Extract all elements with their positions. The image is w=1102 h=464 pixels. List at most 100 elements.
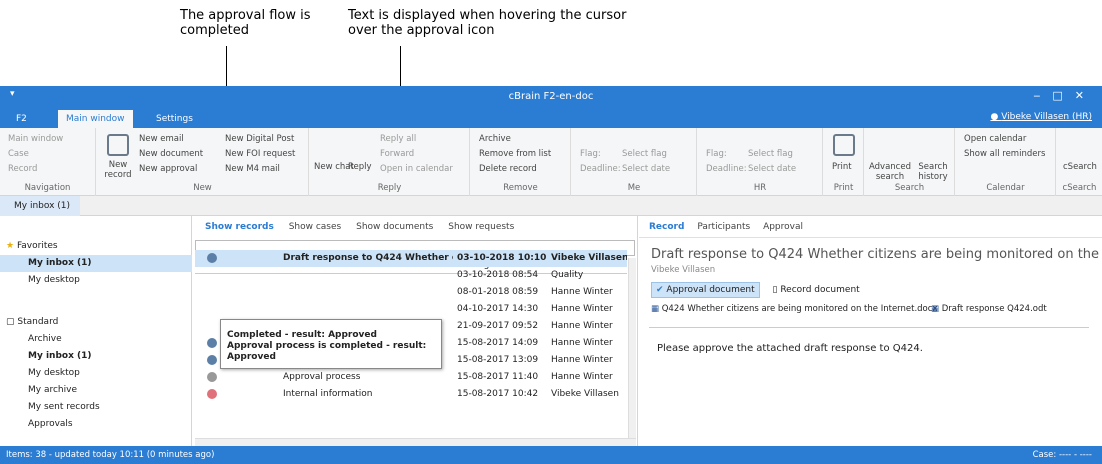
group-remove: Archive Remove from list Delete record R…	[471, 128, 571, 196]
user-link[interactable]: ● Vibeke Villasen (HR)	[990, 112, 1092, 122]
group-hr: Flag: Select flag Deadline: Select date …	[698, 128, 823, 196]
window-controls[interactable]: ‒□✕	[1033, 89, 1096, 102]
open-calendar-button[interactable]: Open calendar	[964, 134, 1026, 144]
group-label: Remove	[503, 183, 538, 193]
approval-status-icon[interactable]	[207, 355, 217, 365]
sidebar-item-my-archive[interactable]: My archive	[0, 382, 192, 399]
search-history-button[interactable]: Search history	[913, 162, 953, 182]
tab-settings[interactable]: Settings	[148, 110, 201, 128]
ribbon: Main window Case Record Navigation New r…	[0, 128, 1102, 196]
group-calendar: Open calendar Show all reminders Calenda…	[956, 128, 1056, 196]
row-date: 04-10-2017 14:30	[457, 304, 539, 314]
standard-header[interactable]: ▢ Standard	[0, 314, 58, 331]
tab-show-cases[interactable]: Show cases	[289, 222, 342, 232]
me-flag-select[interactable]: Select flag	[622, 149, 667, 159]
record-document-button[interactable]: ▯ Record document	[768, 283, 863, 297]
table-row[interactable]: 04-10-2017 14:30 Hanne Winter	[195, 301, 627, 318]
table-row[interactable]: 03-10-2018 08:54 Quality	[195, 267, 627, 284]
group-label: Search	[894, 183, 925, 193]
check-icon: ✔	[656, 285, 667, 295]
record-author: Vibeke Villasen	[651, 265, 716, 275]
group-label: Reply	[377, 183, 402, 193]
group-label: cSearch	[1062, 183, 1097, 193]
new-record-button[interactable]: New record	[103, 160, 133, 180]
group-label: Calendar	[986, 183, 1025, 193]
row-date: 08-01-2018 08:59	[457, 287, 539, 297]
approval-status-icon[interactable]	[207, 372, 217, 382]
tab-show-requests[interactable]: Show requests	[448, 222, 514, 232]
sidebar-item-my-sent-records[interactable]: My sent records	[0, 399, 192, 416]
archive-button[interactable]: Archive	[479, 134, 511, 144]
sidebar-item-approvals[interactable]: Approvals	[0, 416, 192, 433]
approval-status-icon[interactable]	[207, 253, 217, 263]
approval-status-icon[interactable]	[207, 338, 217, 348]
tab-show-records[interactable]: Show records	[205, 222, 274, 232]
row-date: 21-09-2017 09:52	[457, 321, 539, 331]
tab-main-window[interactable]: Main window	[58, 110, 133, 128]
callout-hover-text: Text is displayed when hovering the curs…	[348, 8, 627, 38]
tab-my-inbox[interactable]: My inbox (1)	[0, 196, 80, 216]
me-deadline-select[interactable]: Select date	[622, 164, 670, 174]
group-label: HR	[753, 183, 767, 193]
row-from: Vibeke Villasen	[551, 253, 627, 263]
table-row[interactable]: Internal information 15-08-2017 10:42 Vibe…	[195, 386, 627, 403]
open-in-calendar-button[interactable]: Open in calendar	[380, 164, 453, 174]
vertical-scrollbar[interactable]	[628, 258, 636, 438]
table-row[interactable]: Draft response to Q424 Whether citize...…	[195, 250, 627, 267]
sidebar: ★ Favorites My inbox (1) My desktop ▢ St…	[0, 216, 192, 446]
nav-record[interactable]: Record	[8, 164, 37, 174]
row-title: Internal information	[283, 389, 373, 399]
sidebar-item-my-inbox[interactable]: My inbox (1)	[0, 348, 192, 365]
word-icon: ▦	[651, 304, 662, 314]
hr-flag-select[interactable]: Select flag	[748, 149, 793, 159]
app-window: ▾ cBrain F2-en-doc ‒□✕ F2 Main window Se…	[0, 86, 1102, 464]
row-date: 15-08-2017 10:42	[457, 389, 539, 399]
advanced-search-button[interactable]: Advanced search	[869, 162, 911, 182]
nav-main-window[interactable]: Main window	[8, 134, 63, 144]
hr-deadline-select[interactable]: Select date	[748, 164, 796, 174]
sidebar-item-archive[interactable]: Archive	[0, 331, 192, 348]
new-email-button[interactable]: New email	[139, 134, 184, 144]
approval-document-button[interactable]: ✔ Approval document	[651, 282, 760, 298]
sidebar-item-my-inbox-favorite[interactable]: My inbox (1)	[0, 255, 192, 272]
row-date: 15-08-2017 13:09	[457, 355, 539, 365]
favorites-header[interactable]: ★ Favorites	[0, 238, 58, 255]
group-print: Print Print	[824, 128, 864, 196]
group-new: New record New email New document New ap…	[97, 128, 309, 196]
nav-case[interactable]: Case	[8, 149, 29, 159]
tab-f2[interactable]: F2	[8, 110, 35, 128]
forward-button[interactable]: Forward	[380, 149, 414, 159]
attachment-odt[interactable]: ▦ Draft response Q424.odt	[931, 304, 1047, 314]
tab-show-documents[interactable]: Show documents	[356, 222, 433, 232]
tab-record[interactable]: Record	[649, 222, 684, 232]
printer-icon	[833, 134, 855, 156]
remove-from-list-button[interactable]: Remove from list	[479, 149, 551, 159]
table-row[interactable]: 08-01-2018 08:59 Hanne Winter	[195, 284, 627, 301]
tab-approval[interactable]: Approval	[763, 222, 803, 232]
star-icon: ★	[6, 241, 17, 251]
reply-button[interactable]: Reply	[348, 162, 372, 172]
table-row[interactable]: Approval process 15-08-2017 11:40 Hanne Wi…	[195, 369, 627, 386]
new-foi-request-button[interactable]: New FOI request	[225, 149, 295, 159]
ribbon-tab-row: F2 Main window Settings ● Vibeke Villase…	[0, 108, 1102, 128]
row-from: Quality	[551, 270, 584, 280]
new-m4-mail-button[interactable]: New M4 mail	[225, 164, 280, 174]
new-digital-post-button[interactable]: New Digital Post	[225, 134, 294, 144]
reply-all-button[interactable]: Reply all	[380, 134, 416, 144]
new-approval-button[interactable]: New approval	[139, 164, 197, 174]
sidebar-item-my-desktop-favorite[interactable]: My desktop	[0, 272, 192, 289]
row-from: Hanne Winter	[551, 338, 613, 348]
group-csearch: cSearch cSearch	[1057, 128, 1102, 196]
horizontal-scrollbar[interactable]	[195, 438, 636, 446]
print-button[interactable]: Print	[832, 162, 852, 172]
approval-status-icon[interactable]	[207, 389, 217, 399]
csearch-button[interactable]: cSearch	[1063, 162, 1097, 172]
show-all-reminders-button[interactable]: Show all reminders	[964, 149, 1045, 159]
hr-flag-label: Flag:	[706, 149, 727, 159]
attachment-docx[interactable]: ▦ Q424 Whether citizens are being monito…	[651, 304, 937, 314]
user-icon: ●	[990, 112, 1002, 122]
delete-record-button[interactable]: Delete record	[479, 164, 537, 174]
sidebar-item-my-desktop[interactable]: My desktop	[0, 365, 192, 382]
new-document-button[interactable]: New document	[139, 149, 203, 159]
tab-participants[interactable]: Participants	[697, 222, 750, 232]
